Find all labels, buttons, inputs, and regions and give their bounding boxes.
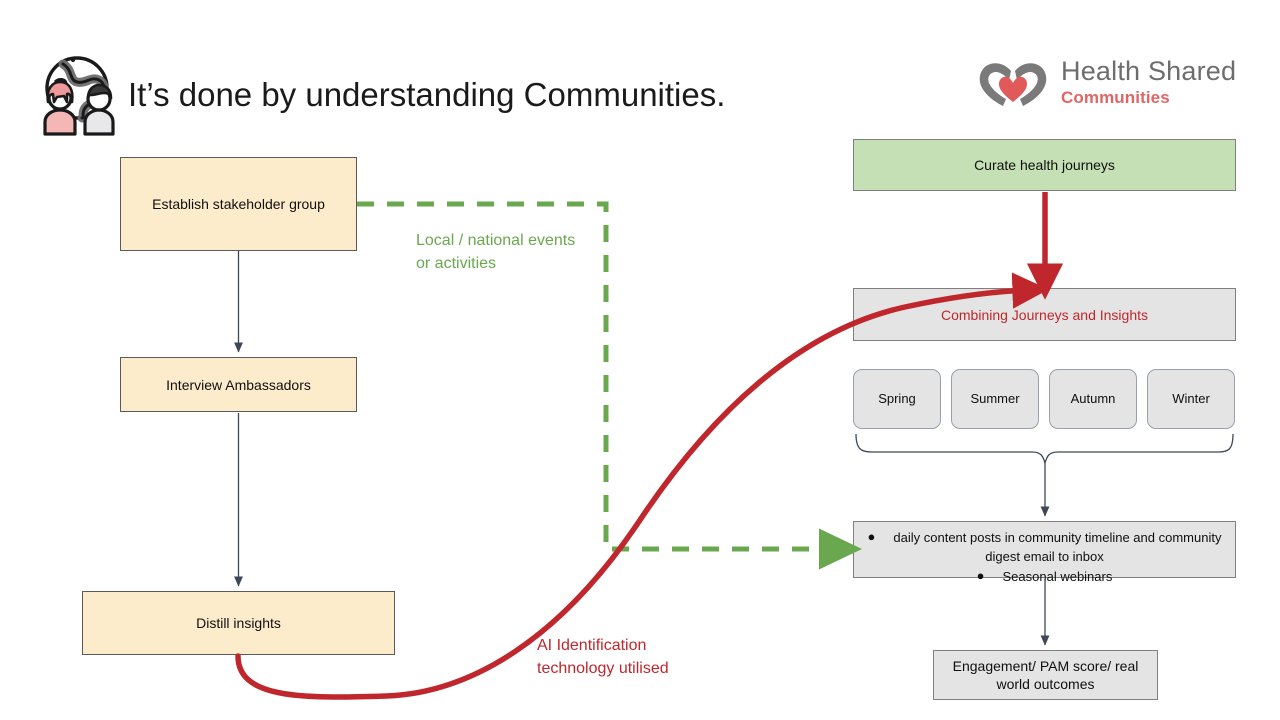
brand-name: Health Shared (1061, 56, 1237, 86)
outputs-bullet-list: ● daily content posts in community timeli… (854, 527, 1235, 586)
flow-box-curate-health-journeys[interactable]: Curate health journeys (853, 139, 1236, 191)
flow-box-distill-insights[interactable]: Distill insights (82, 591, 395, 655)
annotation-local-national-events: Local / national events or activities (416, 232, 576, 272)
slide-canvas: It’s done by understanding Communities. … (0, 0, 1280, 720)
bullet-dot-icon: ● (867, 529, 876, 544)
brand-text: Health Shared Communities (1061, 55, 1251, 108)
list-item-label: daily content posts in community timelin… (893, 530, 1222, 564)
season-box-summer[interactable]: Summer (951, 369, 1039, 429)
flow-box-engagement-outcomes[interactable]: Engagement/ PAM score/ real world outcom… (933, 650, 1158, 700)
flow-box-community-outputs[interactable]: ● daily content posts in community timeli… (853, 521, 1236, 584)
list-item: ● daily content posts in community timeli… (854, 527, 1235, 566)
flow-box-establish-stakeholder-group[interactable]: Establish stakeholder group (120, 157, 357, 251)
flow-box-combining-journeys-and-insights[interactable]: Combining Journeys and Insights (853, 288, 1236, 341)
season-box-spring[interactable]: Spring (853, 369, 941, 429)
bullet-dot-icon: ● (976, 568, 985, 583)
list-item-label: Seasonal webinars (1002, 569, 1113, 584)
season-box-winter[interactable]: Winter (1147, 369, 1235, 429)
community-globe-icon (43, 56, 115, 136)
season-box-autumn[interactable]: Autumn (1049, 369, 1137, 429)
list-item: ● Seasonal webinars (854, 566, 1235, 586)
flow-box-interview-ambassadors[interactable]: Interview Ambassadors (120, 357, 357, 412)
annotation-ai-identification: AI Identification technology utilised (537, 637, 669, 677)
brand-sub: Communities (1061, 88, 1170, 107)
hands-heart-icon (979, 63, 1047, 106)
brand-logo: Health Shared Communities (973, 55, 1245, 115)
page-title: It’s done by understanding Communities. (128, 76, 726, 113)
seasons-brace (855, 433, 1234, 466)
